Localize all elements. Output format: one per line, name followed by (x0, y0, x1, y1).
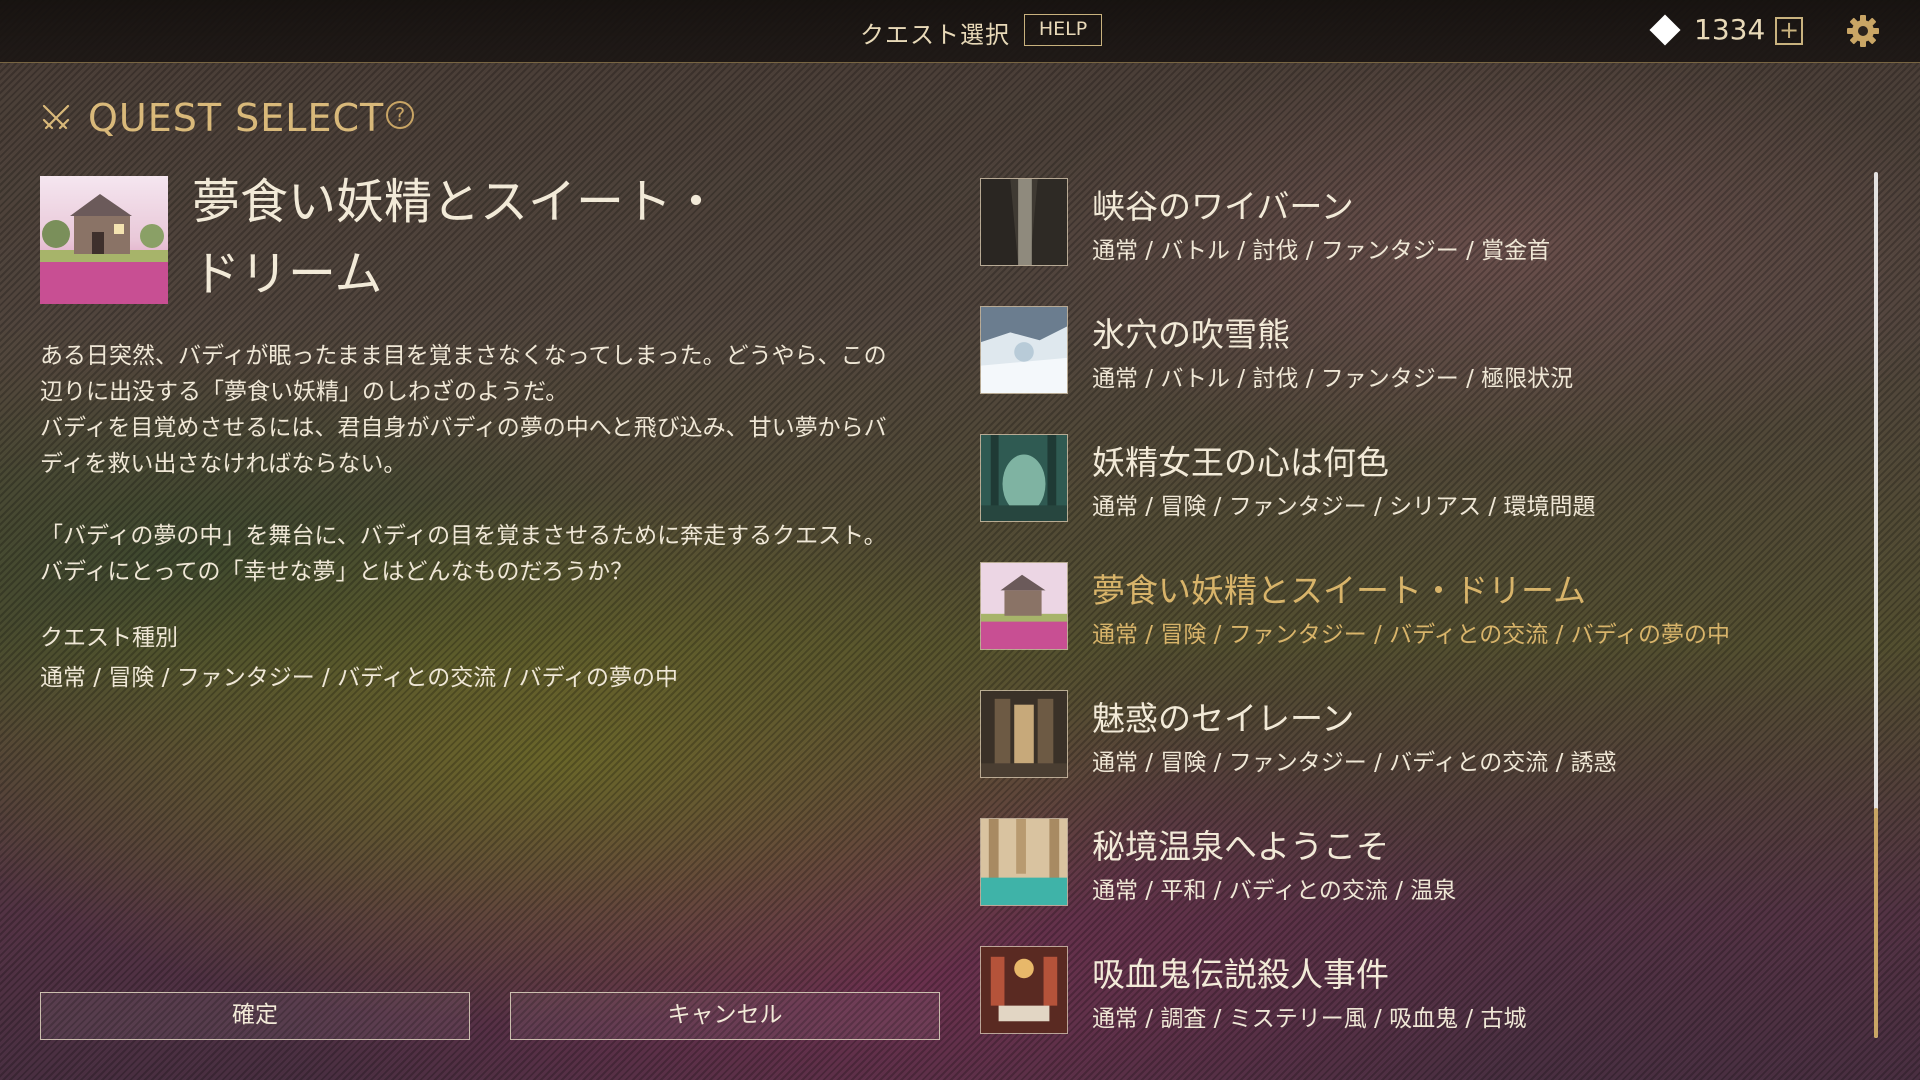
quest-tags: 通常 / バトル / 討伐 / ファンタジー / 極限状況 (1092, 366, 1574, 392)
quest-tags: 通常 / 平和 / バディとの交流 / 温泉 (1092, 878, 1457, 904)
quest-list: 峡谷のワイバーン 通常 / バトル / 討伐 / ファンタジー / 賞金首 氷穴… (980, 178, 1820, 1074)
quest-name: 秘境温泉へようこそ (1092, 827, 1389, 866)
gem-count: 1334 (1694, 13, 1766, 46)
quest-list-item[interactable]: 秘境温泉へようこそ 通常 / 平和 / バディとの交流 / 温泉 (980, 818, 1820, 946)
screen-title: クエスト選択 (860, 21, 1010, 49)
gem-icon (1649, 14, 1681, 46)
desc-line: ある日突然、バディが眠ったまま目を覚まさなくなってしまった。どうやら、この (40, 343, 887, 369)
quest-tags: 通常 / バトル / 討伐 / ファンタジー / 賞金首 (1092, 238, 1551, 264)
corridor-thumbnail (980, 690, 1068, 778)
quest-list-item[interactable]: 妖精女王の心は何色 通常 / 冒険 / ファンタジー / シリアス / 環境問題 (980, 434, 1820, 562)
confirm-button[interactable]: 確定 (40, 992, 470, 1040)
top-bar: クエスト選択 HELP 1334 + (0, 0, 1920, 63)
selected-quest-title: 夢食い妖精とスイート・ ドリーム (192, 166, 752, 310)
quest-description: ある日突然、バディが眠ったまま目を覚まさなくなってしまった。どうやら、この 辺り… (40, 338, 940, 590)
quest-name: 妖精女王の心は何色 (1092, 443, 1389, 482)
settings-gear-icon[interactable] (1846, 14, 1880, 48)
cancel-button[interactable]: キャンセル (510, 992, 940, 1040)
quest-list-item[interactable]: 吸血鬼伝説殺人事件 通常 / 調査 / ミステリー風 / 吸血鬼 / 古城 (980, 946, 1820, 1074)
ice-cave-thumbnail (980, 306, 1068, 394)
question-help-icon[interactable]: ? (386, 101, 414, 129)
cottage-thumbnail (980, 562, 1068, 650)
scrollbar-thumb[interactable] (1874, 808, 1878, 1038)
quest-name: 氷穴の吹雪熊 (1092, 315, 1290, 354)
title-line-1: 夢食い妖精とスイート・ (192, 174, 721, 230)
quest-list-item[interactable]: 氷穴の吹雪熊 通常 / バトル / 討伐 / ファンタジー / 極限状況 (980, 306, 1820, 434)
help-button[interactable]: HELP (1024, 14, 1102, 46)
desc-line: ディを救い出さなければならない。 (40, 451, 407, 477)
quest-name: 峡谷のワイバーン (1092, 187, 1354, 226)
section-label: QUEST SELECT (88, 96, 385, 140)
desc-line: 辺りに出没する「夢食い妖精」のしわざのようだ。 (40, 379, 569, 405)
quest-type-label: クエスト種別 (40, 625, 178, 651)
quest-tags: 通常 / 調査 / ミステリー風 / 吸血鬼 / 古城 (1092, 1006, 1527, 1032)
quest-name: 魅惑のセイレーン (1092, 699, 1355, 738)
quest-name: 夢食い妖精とスイート・ドリーム (1092, 571, 1587, 610)
quest-tags: 通常 / 冒険 / ファンタジー / シリアス / 環境問題 (1092, 494, 1596, 520)
selected-quest-thumbnail (40, 176, 168, 304)
title-line-2: ドリーム (192, 246, 383, 302)
canyon-thumbnail (980, 178, 1068, 266)
desc-line: バディを目覚めさせるには、君自身がバディの夢の中へと飛び込み、甘い夢からバ (40, 415, 887, 441)
quest-list-item[interactable]: 峡谷のワイバーン 通常 / バトル / 討伐 / ファンタジー / 賞金首 (980, 178, 1820, 306)
quest-list-item-selected[interactable]: 夢食い妖精とスイート・ドリーム 通常 / 冒険 / ファンタジー / バディとの… (980, 562, 1820, 690)
quest-list-item[interactable]: 魅惑のセイレーン 通常 / 冒険 / ファンタジー / バディとの交流 / 誘惑 (980, 690, 1820, 818)
quest-type-tags: 通常 / 冒険 / ファンタジー / バディとの交流 / バディの夢の中 (40, 665, 679, 691)
quest-tags: 通常 / 冒険 / ファンタジー / バディとの交流 / 誘惑 (1092, 750, 1617, 776)
add-gems-button[interactable]: + (1775, 17, 1803, 45)
quest-tags: 通常 / 冒険 / ファンタジー / バディとの交流 / バディの夢の中 (1092, 622, 1731, 648)
desc-line: バディにとっての「幸せな夢」とはどんなものだろうか？ (40, 559, 634, 585)
hot-spring-thumbnail (980, 818, 1068, 906)
quest-name: 吸血鬼伝説殺人事件 (1092, 955, 1389, 994)
castle-hall-thumbnail (980, 946, 1068, 1034)
desc-line: 「バディの夢の中」を舞台に、バディの目を覚まさせるために奔走するクエスト。 (40, 523, 887, 549)
forest-thumbnail (980, 434, 1068, 522)
crossed-swords-icon (42, 104, 70, 130)
